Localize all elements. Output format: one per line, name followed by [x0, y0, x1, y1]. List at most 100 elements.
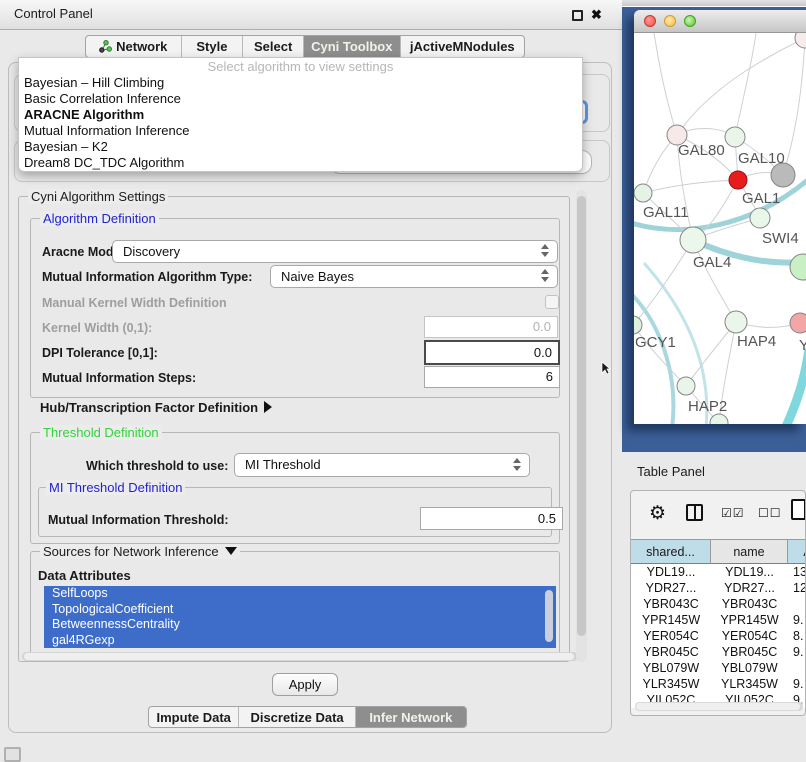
- manual-kernel-checkbox[interactable]: [545, 295, 559, 309]
- mi-threshold-field[interactable]: 0.5: [420, 507, 563, 530]
- table-scrollbar-thumb[interactable]: [636, 703, 800, 710]
- tab-network[interactable]: Network: [86, 36, 181, 57]
- attribute-item[interactable]: gal4RGexp: [44, 633, 556, 649]
- column-header-partial[interactable]: A: [788, 539, 806, 564]
- apply-button[interactable]: Apply: [272, 673, 338, 696]
- aracne-mode-combo[interactable]: Discovery: [112, 240, 558, 263]
- node-partial-top[interactable]: [795, 33, 806, 48]
- gear-icon[interactable]: ⚙: [649, 502, 666, 525]
- node-red-selected[interactable]: [729, 171, 747, 189]
- tab-style[interactable]: Style: [181, 36, 243, 57]
- export-table-icon[interactable]: [791, 499, 806, 520]
- table-row[interactable]: YPR145WYPR145W9.: [631, 612, 806, 628]
- table-cell[interactable]: YDR27...: [711, 580, 788, 596]
- table-cell[interactable]: YDL19...: [711, 564, 788, 580]
- sources-toggle[interactable]: Sources for Network Inference: [40, 544, 240, 559]
- table-cell[interactable]: YDL19...: [631, 564, 711, 580]
- dropdown-prompt: Select algorithm to view settings: [19, 58, 582, 75]
- tab-cyni-toolbox[interactable]: Cyni Toolbox: [303, 36, 400, 57]
- table-cell[interactable]: YPR145W: [631, 612, 711, 628]
- table-cell[interactable]: YBR045C: [711, 644, 788, 660]
- table-cell[interactable]: [788, 660, 806, 676]
- network-canvas[interactable]: GAL80 GAL10 GAL1 GAL11 SWI4 GAL4 GCY1 HA…: [634, 33, 806, 424]
- table-row[interactable]: YBR043CYBR043C: [631, 596, 806, 612]
- table-row[interactable]: YBR045CYBR045C9.: [631, 644, 806, 660]
- network-window-titlebar[interactable]: [634, 10, 806, 33]
- table-cell[interactable]: YER054C: [711, 628, 788, 644]
- table-cell[interactable]: YBR045C: [631, 644, 711, 660]
- table-cell[interactable]: 9.: [788, 612, 806, 628]
- node-gal11[interactable]: [634, 184, 652, 202]
- which-threshold-label: Which threshold to use:: [86, 459, 228, 473]
- table-horizontal-scrollbar[interactable]: [635, 702, 803, 711]
- float-window-icon[interactable]: [572, 10, 583, 21]
- tab-discretize-data[interactable]: Discretize Data: [238, 707, 354, 727]
- node-gcy1[interactable]: [634, 316, 642, 334]
- table-cell[interactable]: YBR043C: [711, 596, 788, 612]
- table-cell[interactable]: 8.: [788, 628, 806, 644]
- node-salmon[interactable]: [790, 313, 806, 333]
- table-row[interactable]: YER054CYER054C8.: [631, 628, 806, 644]
- vertical-scrollbar-thumb[interactable]: [577, 196, 586, 636]
- zoom-traffic-light-icon[interactable]: [684, 15, 696, 27]
- close-traffic-light-icon[interactable]: [644, 15, 656, 27]
- dropdown-item[interactable]: Basic Correlation Inference: [19, 91, 582, 107]
- table-cell[interactable]: YPR145W: [711, 612, 788, 628]
- tab-infer-network[interactable]: Infer Network: [355, 707, 466, 727]
- list-scrollbar[interactable]: [545, 590, 553, 642]
- table-row[interactable]: YDR27...YDR27...12: [631, 580, 806, 596]
- column-browser-icon[interactable]: [686, 504, 703, 521]
- deselect-all-boxes-icon[interactable]: ☐☐: [758, 506, 782, 520]
- close-icon[interactable]: ✖: [591, 7, 602, 23]
- table-cell[interactable]: YBL079W: [711, 660, 788, 676]
- node-gal10[interactable]: [725, 127, 745, 147]
- dropdown-item[interactable]: Mutual Information Inference: [19, 123, 582, 139]
- table-cell[interactable]: YLR345W: [631, 676, 711, 692]
- attribute-item[interactable]: TopologicalCoefficient: [44, 602, 556, 618]
- node-green-right[interactable]: [790, 254, 806, 280]
- node-hap2[interactable]: [677, 377, 695, 395]
- node-gal1[interactable]: [750, 208, 770, 228]
- horizontal-scrollbar-thumb[interactable]: [24, 653, 574, 660]
- table-cell[interactable]: 12: [788, 580, 806, 596]
- hub-definition-toggle[interactable]: Hub/Transcription Factor Definition: [40, 400, 272, 415]
- column-header-name[interactable]: name: [711, 539, 788, 564]
- tab-select[interactable]: Select: [242, 36, 303, 57]
- attribute-item[interactable]: BetweennessCentrality: [44, 617, 556, 633]
- table-row[interactable]: YLR345WYLR345W9.: [631, 676, 806, 692]
- node-gal4[interactable]: [680, 227, 706, 253]
- dropdown-item-selected[interactable]: ARACNE Algorithm: [19, 107, 582, 123]
- tab-impute-data[interactable]: Impute Data: [149, 707, 238, 727]
- table-cell[interactable]: YLR345W: [711, 676, 788, 692]
- table-cell[interactable]: YBR043C: [631, 596, 711, 612]
- table-cell[interactable]: [788, 596, 806, 612]
- kernel-width-field[interactable]: 0.0: [424, 316, 558, 338]
- table-cell[interactable]: YER054C: [631, 628, 711, 644]
- tab-discretize-data-label: Discretize Data: [250, 710, 343, 725]
- dpi-tolerance-field[interactable]: 0.0: [424, 340, 560, 365]
- dropdown-item[interactable]: Bayesian – Hill Climbing: [19, 75, 582, 91]
- table-cell[interactable]: YDR27...: [631, 580, 711, 596]
- table-cell[interactable]: 9.: [788, 644, 806, 660]
- minimize-traffic-light-icon[interactable]: [664, 15, 676, 27]
- node-partial-bottom[interactable]: [710, 414, 728, 424]
- mi-steps-field[interactable]: 6: [424, 366, 560, 388]
- table-row[interactable]: YDL19...YDL19...13: [631, 564, 806, 580]
- which-threshold-combo[interactable]: MI Threshold: [234, 453, 530, 477]
- mi-type-combo[interactable]: Naive Bayes: [270, 265, 558, 288]
- attribute-item[interactable]: SelfLoops: [44, 586, 556, 602]
- tab-jactivemnodules[interactable]: jActiveMNodules: [400, 36, 524, 57]
- table-cell[interactable]: YBL079W: [631, 660, 711, 676]
- table-row[interactable]: YBL079WYBL079W: [631, 660, 806, 676]
- node-hap4[interactable]: [725, 311, 747, 333]
- vertical-scrollbar[interactable]: [576, 190, 587, 662]
- select-all-checks-icon[interactable]: ☑☑: [721, 506, 745, 520]
- horizontal-scrollbar[interactable]: [22, 652, 578, 661]
- table-cell[interactable]: 9.: [788, 676, 806, 692]
- dropdown-item[interactable]: Bayesian – K2: [19, 139, 582, 155]
- network-view-window[interactable]: GAL80 GAL10 GAL1 GAL11 SWI4 GAL4 GCY1 HA…: [634, 10, 806, 424]
- dropdown-item[interactable]: Dream8 DC_TDC Algorithm: [19, 155, 582, 171]
- collapsed-panel-button[interactable]: [4, 747, 21, 762]
- column-header-shared-name[interactable]: shared...: [631, 539, 711, 564]
- table-cell[interactable]: 13: [788, 564, 806, 580]
